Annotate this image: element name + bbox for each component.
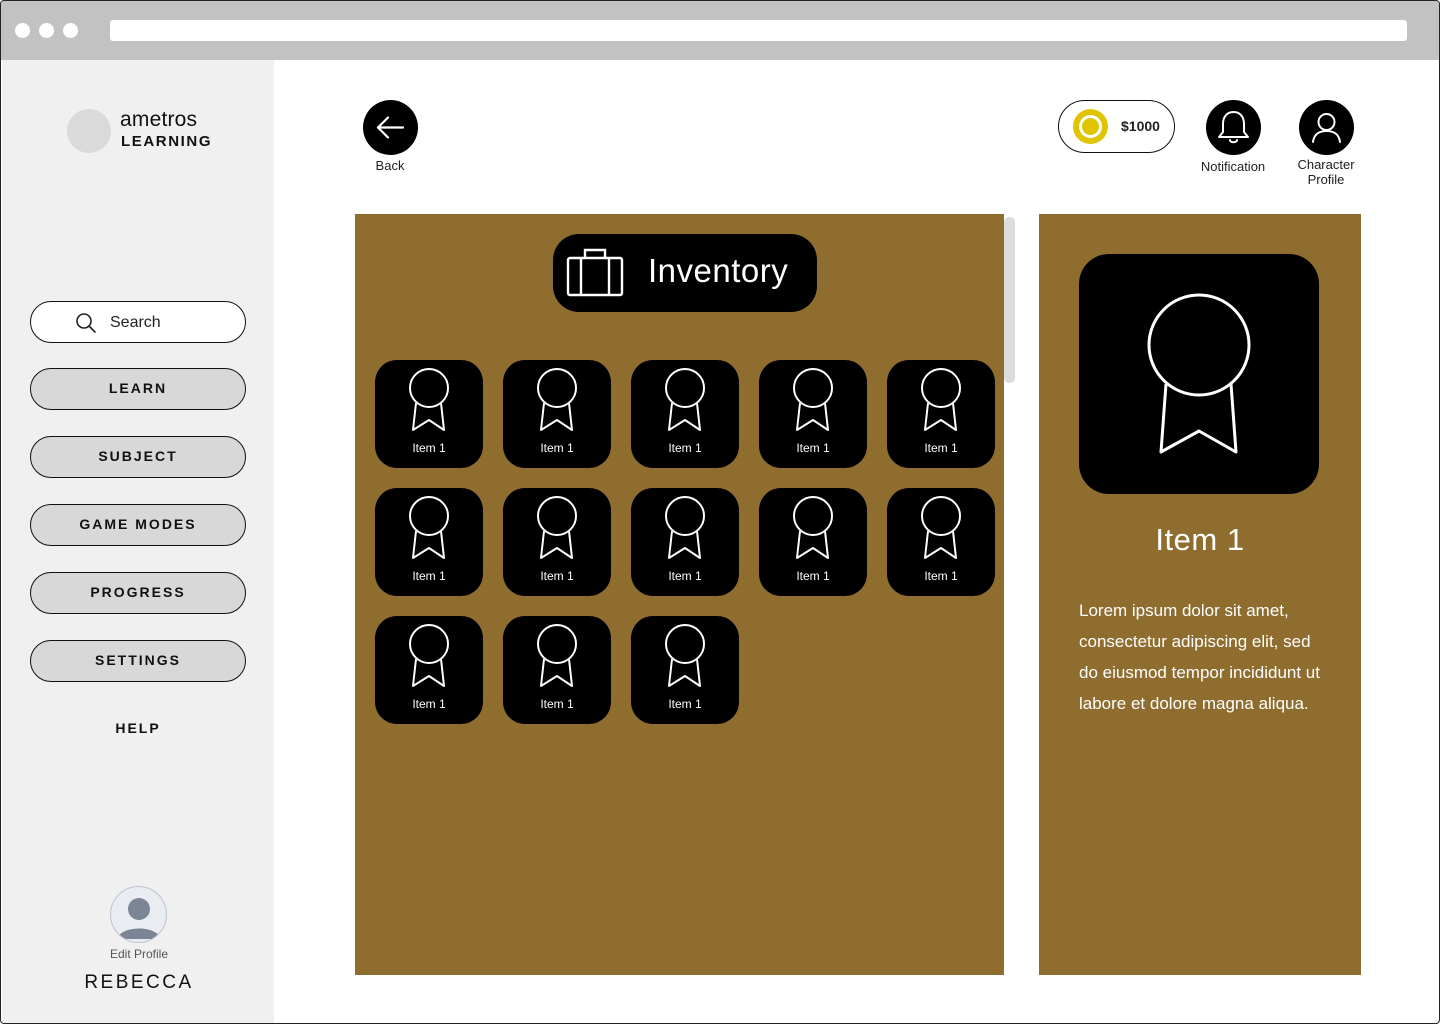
inventory-item[interactable]: Item 1 (631, 616, 739, 724)
back-button[interactable] (363, 100, 418, 155)
nav-settings-button[interactable]: SETTINGS (30, 640, 246, 682)
award-ribbon-icon (1147, 293, 1251, 454)
app-window: ametros LEARNING Search LEARN SUBJECT GA… (0, 0, 1440, 1024)
inventory-item-label: Item 1 (796, 569, 830, 583)
inventory-item-label: Item 1 (796, 441, 830, 455)
search-input[interactable]: Search (30, 301, 246, 343)
briefcase-icon (566, 248, 624, 297)
inventory-item[interactable]: Item 1 (887, 488, 995, 596)
avatar[interactable] (110, 886, 167, 943)
nav-subject-button[interactable]: SUBJECT (30, 436, 246, 478)
inventory-item-label: Item 1 (412, 697, 446, 711)
character-profile-label-line1: Character (1297, 157, 1355, 172)
inventory-header: Inventory (553, 234, 817, 312)
inventory-item[interactable]: Item 1 (503, 488, 611, 596)
inventory-item[interactable]: Item 1 (375, 360, 483, 468)
inventory-item[interactable]: Item 1 (759, 360, 867, 468)
window-dot-icon[interactable] (63, 23, 78, 38)
item-detail-name: Item 1 (1155, 522, 1245, 557)
character-profile-button[interactable] (1299, 100, 1354, 155)
back-label: Back (375, 158, 405, 173)
inventory-item[interactable]: Item 1 (503, 616, 611, 724)
inventory-item-label: Item 1 (668, 697, 702, 711)
award-ribbon-icon (921, 368, 961, 431)
logo-mark (67, 109, 111, 153)
award-ribbon-icon (537, 624, 577, 687)
award-ribbon-icon (409, 496, 449, 559)
coin-balance[interactable]: $1000 (1058, 100, 1175, 153)
award-ribbon-icon (409, 368, 449, 431)
inventory-item[interactable]: Item 1 (759, 488, 867, 596)
award-ribbon-icon (409, 624, 449, 687)
item-detail-image (1079, 254, 1319, 494)
award-ribbon-icon (921, 496, 961, 559)
notification-button[interactable] (1206, 100, 1261, 155)
search-placeholder: Search (110, 314, 161, 331)
address-bar[interactable] (110, 20, 1407, 41)
inventory-item[interactable]: Item 1 (631, 488, 739, 596)
inventory-item-label: Item 1 (412, 569, 446, 583)
award-ribbon-icon (537, 368, 577, 431)
award-ribbon-icon (793, 368, 833, 431)
award-ribbon-icon (665, 496, 705, 559)
inventory-title: Inventory (648, 252, 789, 289)
window-dot-icon[interactable] (15, 23, 30, 38)
window-dot-icon[interactable] (39, 23, 54, 38)
browser-chrome (1, 1, 1439, 60)
user-icon (1312, 113, 1341, 143)
nav-game-modes-button[interactable]: GAME MODES (30, 504, 246, 546)
sidebar: ametros LEARNING Search LEARN SUBJECT GA… (2, 60, 274, 1023)
bell-icon (1218, 111, 1249, 144)
character-profile-label: Character Profile (1285, 157, 1367, 187)
nav-progress-button[interactable]: PROGRESS (30, 572, 246, 614)
inventory-item-label: Item 1 (540, 697, 574, 711)
brand-name: ametros (120, 108, 198, 131)
award-ribbon-icon (665, 368, 705, 431)
award-ribbon-icon (665, 624, 705, 687)
coin-icon (1073, 109, 1108, 144)
coin-amount: $1000 (1121, 118, 1160, 134)
arrow-left-icon (376, 116, 405, 139)
inventory-scrollbar-thumb[interactable] (1004, 217, 1015, 383)
inventory-item-label: Item 1 (412, 441, 446, 455)
character-profile-label-line2: Profile (1307, 172, 1345, 187)
edit-profile-link[interactable]: Edit Profile (82, 947, 196, 961)
brand-subtitle: LEARNING (121, 133, 213, 150)
inventory-item-label: Item 1 (540, 441, 574, 455)
inventory-item-label: Item 1 (668, 441, 702, 455)
inventory-item-label: Item 1 (540, 569, 574, 583)
inventory-item[interactable]: Item 1 (887, 360, 995, 468)
nav-learn-button[interactable]: LEARN (30, 368, 246, 410)
username: REBECCA (84, 972, 194, 993)
notification-label: Notification (1200, 159, 1266, 174)
inventory-item[interactable]: Item 1 (375, 616, 483, 724)
help-link[interactable]: HELP (30, 720, 246, 736)
inventory-item-label: Item 1 (924, 569, 958, 583)
inventory-item-label: Item 1 (924, 441, 958, 455)
inventory-item[interactable]: Item 1 (375, 488, 483, 596)
inventory-item-label: Item 1 (668, 569, 702, 583)
item-detail-panel: Item 1 Lorem ipsum dolor sit amet, conse… (1039, 214, 1361, 975)
user-avatar-icon (117, 898, 161, 939)
search-icon (76, 313, 96, 333)
award-ribbon-icon (793, 496, 833, 559)
inventory-item[interactable]: Item 1 (631, 360, 739, 468)
inventory-item[interactable]: Item 1 (503, 360, 611, 468)
item-detail-description: Lorem ipsum dolor sit amet, consectetur … (1079, 601, 1320, 713)
award-ribbon-icon (537, 496, 577, 559)
